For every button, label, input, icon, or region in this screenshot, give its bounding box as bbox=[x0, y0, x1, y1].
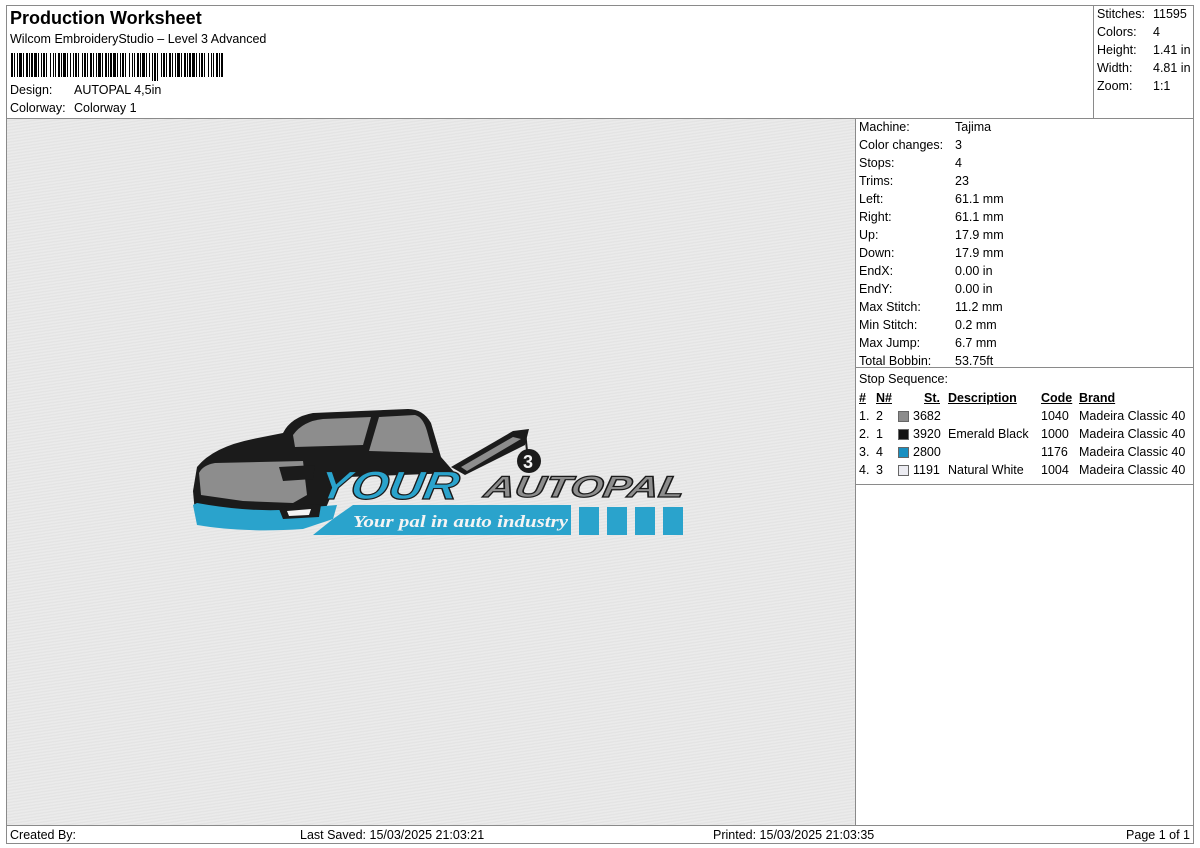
col-brand: Brand bbox=[1079, 391, 1116, 405]
design-value: AUTOPAL 4,5in bbox=[74, 83, 162, 97]
truck-headlight bbox=[279, 465, 315, 481]
tagline-block-1 bbox=[579, 507, 599, 535]
printed-date: Printed: 15/03/2025 21:03:35 bbox=[713, 828, 875, 842]
header: Production Worksheet Wilcom EmbroiderySt… bbox=[7, 6, 1093, 119]
logo-word-your: YOUR bbox=[315, 463, 463, 508]
software-subtitle: Wilcom EmbroideryStudio – Level 3 Advanc… bbox=[10, 32, 267, 46]
col-description: Description bbox=[948, 391, 1017, 405]
info-endx: EndX: 0.00 in bbox=[859, 264, 993, 278]
divider bbox=[856, 484, 1194, 485]
table-row: 1. 2 3682 1040 Madeira Classic 40 bbox=[859, 409, 1186, 423]
tagline: Your pal in auto industry bbox=[353, 512, 569, 531]
last-saved: Last Saved: 15/03/2025 21:03:21 bbox=[300, 828, 485, 842]
info-stops: Stops: 4 bbox=[859, 156, 962, 170]
tagline-block-3 bbox=[635, 507, 655, 535]
created-by: Created By: bbox=[10, 828, 77, 842]
design-row: Design: AUTOPAL 4,5in bbox=[10, 83, 161, 97]
tagline-block-2 bbox=[607, 507, 627, 535]
table-row: 3. 4 2800 1176 Madeira Classic 40 bbox=[859, 445, 1186, 459]
table-row: 2. 1 3920 Emerald Black 1000 Madeira Cla… bbox=[859, 427, 1186, 441]
col-needle: N# bbox=[876, 391, 892, 405]
embroidery-design: 3 YOUR AUTOPAL Your pal in auto industry bbox=[193, 409, 683, 535]
stop-sequence-table: # N# St. Description Code Brand 1. 2 368… bbox=[856, 390, 1194, 480]
stat-height: Height: 1.41 in bbox=[1097, 43, 1191, 57]
info-left: Left: 61.1 mm bbox=[859, 192, 1004, 206]
stat-width: Width: 4.81 in bbox=[1097, 61, 1191, 75]
colorway-value: Colorway 1 bbox=[74, 101, 137, 115]
col-code: Code bbox=[1041, 391, 1073, 405]
col-num: # bbox=[859, 391, 866, 405]
page-title: Production Worksheet bbox=[10, 8, 202, 28]
info-up: Up: 17.9 mm bbox=[859, 228, 1004, 242]
info-trims: Trims: 23 bbox=[859, 174, 969, 188]
tagline-block-4 bbox=[663, 507, 683, 535]
col-stitches: St. bbox=[924, 391, 940, 405]
colorway-row: Colorway: Colorway 1 bbox=[10, 101, 137, 115]
logo-word-autopal: AUTOPAL bbox=[480, 471, 683, 504]
machine-info-panel: Machine: Tajima Color changes: 3 Stops: 4 T… bbox=[856, 119, 1194, 825]
info-down: Down: 17.9 mm bbox=[859, 246, 1004, 260]
stat-zoom: Zoom: 1:1 bbox=[1097, 79, 1171, 93]
info-total-bobbin: Total Bobbin: 53.75ft bbox=[859, 354, 994, 368]
page-number: Page 1 of 1 bbox=[1126, 828, 1190, 842]
info-min-stitch: Min Stitch: 0.2 mm bbox=[859, 318, 997, 332]
info-max-jump: Max Jump: 6.7 mm bbox=[859, 336, 997, 350]
info-color-changes: Color changes: 3 bbox=[859, 138, 962, 152]
info-machine: Machine: Tajima bbox=[859, 120, 992, 134]
colorway-label: Colorway: bbox=[10, 101, 66, 115]
stat-colors: Colors: 4 bbox=[1097, 25, 1160, 39]
footer: Created By: Last Saved: 15/03/2025 21:03… bbox=[7, 825, 1194, 844]
design-label: Design: bbox=[10, 83, 53, 97]
color-swatch bbox=[898, 447, 909, 458]
stats-panel: Stitches: 11595 Colors: 4 Height: 1.41 in W… bbox=[1093, 6, 1194, 119]
divider bbox=[856, 367, 1194, 368]
table-row: 4. 3 1191 Natural White 1004 Madeira Cla… bbox=[859, 463, 1186, 477]
stat-stitches: Stitches: 11595 bbox=[1097, 7, 1187, 21]
worksheet-frame: Production Worksheet Wilcom EmbroiderySt… bbox=[6, 5, 1194, 844]
tow-hook-number: 3 bbox=[523, 452, 533, 472]
table-header: # N# St. Description Code Brand bbox=[856, 390, 1194, 408]
design-preview: 3 YOUR AUTOPAL Your pal in auto industry bbox=[7, 119, 856, 825]
color-swatch bbox=[898, 411, 909, 422]
color-swatch bbox=[898, 465, 909, 476]
info-right: Right: 61.1 mm bbox=[859, 210, 1004, 224]
color-swatch bbox=[898, 429, 909, 440]
barcode bbox=[11, 53, 223, 81]
stop-sequence-title: Stop Sequence: bbox=[859, 372, 948, 386]
tow-arm-inner bbox=[461, 437, 521, 471]
info-max-stitch: Max Stitch: 11.2 mm bbox=[859, 300, 1003, 314]
info-endy: EndY: 0.00 in bbox=[859, 282, 993, 296]
